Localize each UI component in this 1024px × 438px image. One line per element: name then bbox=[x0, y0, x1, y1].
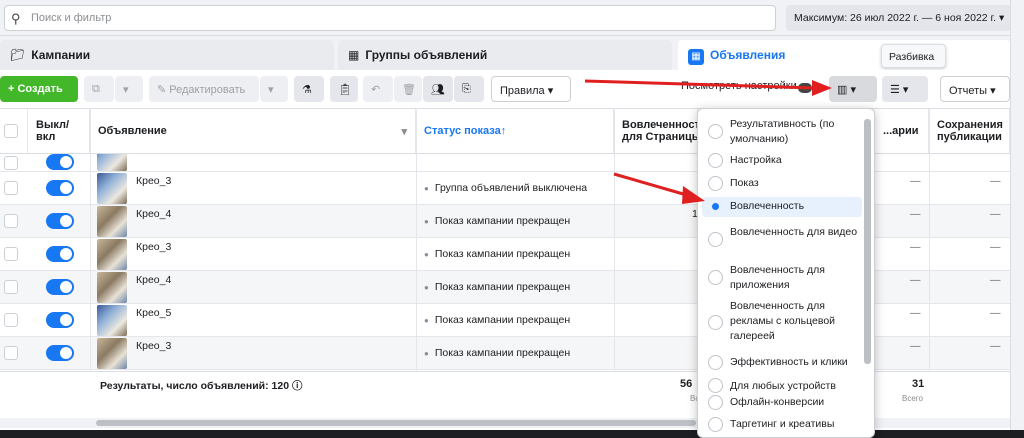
arrow-to-engagement-option bbox=[613, 172, 705, 204]
arrow-to-columns-button bbox=[584, 79, 832, 96]
annotation-arrows bbox=[584, 79, 832, 204]
